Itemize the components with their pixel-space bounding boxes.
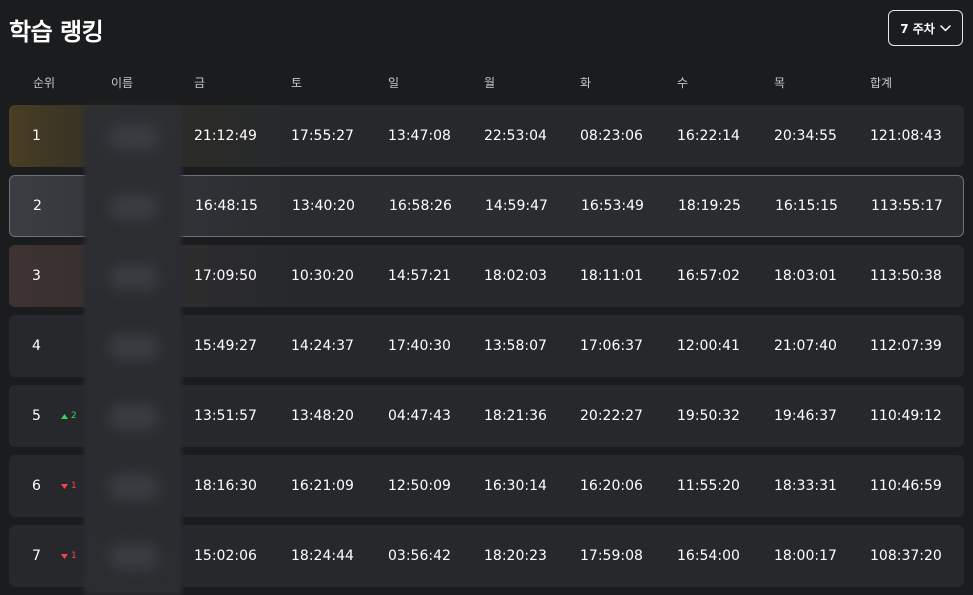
time-cell-mon: 18:21:36: [484, 408, 547, 424]
time-cell-thu: 19:46:37: [774, 408, 837, 424]
total-time-cell: 112:07:39: [870, 338, 942, 354]
time-cell-mon: 14:59:47: [485, 198, 548, 214]
time-cell-sat: 13:48:20: [291, 408, 354, 424]
rank-change-badge: 1: [61, 525, 77, 587]
time-cell-sat: 14:24:37: [291, 338, 354, 354]
blurred-name: [109, 334, 159, 360]
time-cell-tue: 20:22:27: [580, 408, 643, 424]
blurred-name: [109, 264, 159, 290]
rank-number: 2: [33, 198, 42, 214]
time-cell-fri: 17:09:50: [194, 268, 257, 284]
time-cell-tue: 16:20:06: [580, 478, 643, 494]
total-time-cell: 113:55:17: [871, 198, 943, 214]
rank-number: 3: [32, 268, 41, 284]
rank-number: 1: [32, 128, 41, 144]
time-cell-wed: 12:00:41: [677, 338, 740, 354]
time-cell-mon: 18:02:03: [484, 268, 547, 284]
time-cell-sun: 12:50:09: [388, 478, 451, 494]
time-cell-tue: 17:59:08: [580, 548, 643, 564]
rank-number: 7: [32, 548, 41, 564]
time-cell-sat: 10:30:20: [291, 268, 354, 284]
time-cell-wed: 16:22:14: [677, 128, 740, 144]
time-cell-wed: 18:19:25: [678, 198, 741, 214]
time-cell-sun: 04:47:43: [388, 408, 451, 424]
column-header-name: 이름: [111, 76, 134, 90]
time-cell-fri: 15:02:06: [194, 548, 257, 564]
column-header-fri: 금: [194, 76, 206, 90]
time-cell-tue: 18:11:01: [580, 268, 643, 284]
time-cell-mon: 18:20:23: [484, 548, 547, 564]
total-time-cell: 121:08:43: [870, 128, 942, 144]
ranking-page: 학습 랭킹 7 주차 순위 이름 금 토 일 월 화 수 목 합계 1 21:12…: [0, 0, 973, 595]
time-cell-sat: 17:55:27: [291, 128, 354, 144]
time-cell-tue: 17:06:37: [580, 338, 643, 354]
rank-change-badge: 1: [61, 455, 77, 517]
blurred-name: [109, 124, 159, 150]
time-cell-wed: 11:55:20: [677, 478, 740, 494]
blurred-name: [109, 474, 159, 500]
time-cell-mon: 22:53:04: [484, 128, 547, 144]
time-cell-thu: 20:34:55: [774, 128, 837, 144]
rank-number: 4: [32, 338, 41, 354]
time-cell-mon: 16:30:14: [484, 478, 547, 494]
blurred-name: [109, 194, 159, 220]
rank-number: 5: [32, 408, 41, 424]
column-header-wed: 수: [677, 76, 689, 90]
blurred-name: [109, 544, 159, 570]
time-cell-fri: 16:48:15: [195, 198, 258, 214]
chevron-down-icon: [940, 24, 951, 31]
rank-change-value: 1: [71, 551, 77, 561]
week-select-button[interactable]: 7 주차: [888, 10, 963, 46]
column-header-tue: 화: [580, 76, 592, 90]
time-cell-mon: 13:58:07: [484, 338, 547, 354]
time-cell-thu: 16:15:15: [775, 198, 838, 214]
time-cell-sun: 14:57:21: [388, 268, 451, 284]
column-header-thu: 목: [774, 76, 786, 90]
time-cell-thu: 18:33:31: [774, 478, 837, 494]
table-header: 순위 이름 금 토 일 월 화 수 목 합계: [0, 72, 973, 92]
time-cell-sun: 16:58:26: [389, 198, 452, 214]
rank-change-value: 1: [71, 481, 77, 491]
blurred-name-column: [84, 106, 182, 595]
time-cell-thu: 21:07:40: [774, 338, 837, 354]
time-cell-sun: 13:47:08: [388, 128, 451, 144]
total-time-cell: 110:49:12: [870, 408, 942, 424]
week-select-label: 7 주차: [900, 21, 935, 36]
triangle-down-icon: [61, 553, 68, 559]
time-cell-sun: 03:56:42: [388, 548, 451, 564]
column-header-rank: 순위: [33, 76, 56, 90]
column-header-sun: 일: [388, 76, 400, 90]
total-time-cell: 113:50:38: [870, 268, 942, 284]
time-cell-sat: 16:21:09: [291, 478, 354, 494]
column-header-mon: 월: [484, 76, 496, 90]
time-cell-thu: 18:00:17: [774, 548, 837, 564]
total-time-cell: 108:37:20: [870, 548, 942, 564]
time-cell-tue: 16:53:49: [581, 198, 644, 214]
triangle-up-icon: [61, 413, 68, 419]
time-cell-wed: 19:50:32: [677, 408, 740, 424]
time-cell-sat: 18:24:44: [291, 548, 354, 564]
rank-change-value: 2: [71, 411, 77, 421]
time-cell-tue: 08:23:06: [580, 128, 643, 144]
column-header-total: 합계: [870, 76, 893, 90]
time-cell-fri: 18:16:30: [194, 478, 257, 494]
time-cell-fri: 21:12:49: [194, 128, 257, 144]
column-header-sat: 토: [291, 76, 303, 90]
blurred-name: [109, 404, 159, 430]
total-time-cell: 110:46:59: [870, 478, 942, 494]
time-cell-wed: 16:57:02: [677, 268, 740, 284]
time-cell-sat: 13:40:20: [292, 198, 355, 214]
time-cell-sun: 17:40:30: [388, 338, 451, 354]
page-title: 학습 랭킹: [9, 18, 104, 46]
rank-change-badge: 2: [61, 385, 77, 447]
time-cell-thu: 18:03:01: [774, 268, 837, 284]
time-cell-fri: 15:49:27: [194, 338, 257, 354]
triangle-down-icon: [61, 483, 68, 489]
rank-number: 6: [32, 478, 41, 494]
time-cell-fri: 13:51:57: [194, 408, 257, 424]
time-cell-wed: 16:54:00: [677, 548, 740, 564]
